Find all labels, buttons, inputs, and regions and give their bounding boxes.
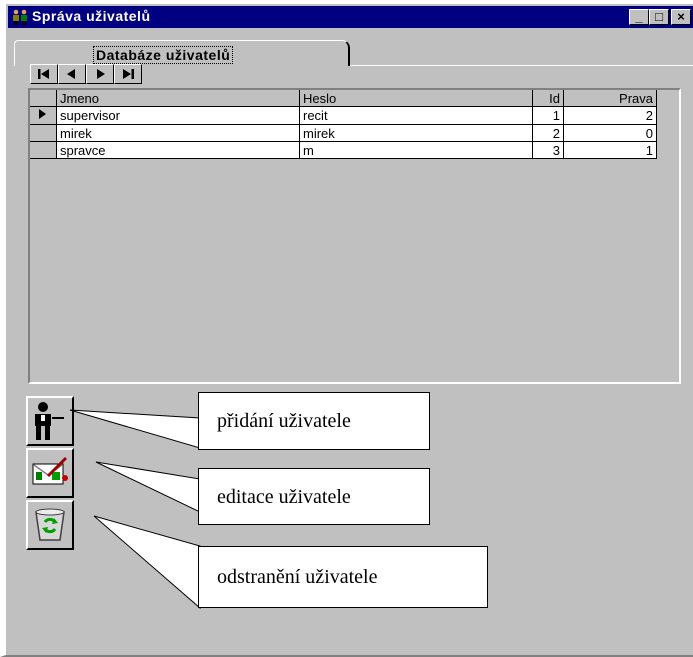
edit-callout-pointer: [95, 461, 201, 513]
add-callout-pointer: [69, 409, 201, 449]
delete-callout-pointer: [93, 515, 201, 610]
callout-delete-user-text: odstranění uživatele: [217, 566, 378, 588]
callout-add-user: přidání uživatele: [198, 392, 430, 450]
callout-edit-user: editace uživatele: [198, 468, 430, 525]
callout-edit-user-text: editace uživatele: [217, 485, 351, 508]
callout-add-user-text: přidání uživatele: [217, 410, 351, 432]
callout-delete-user: odstranění uživatele: [198, 546, 488, 608]
